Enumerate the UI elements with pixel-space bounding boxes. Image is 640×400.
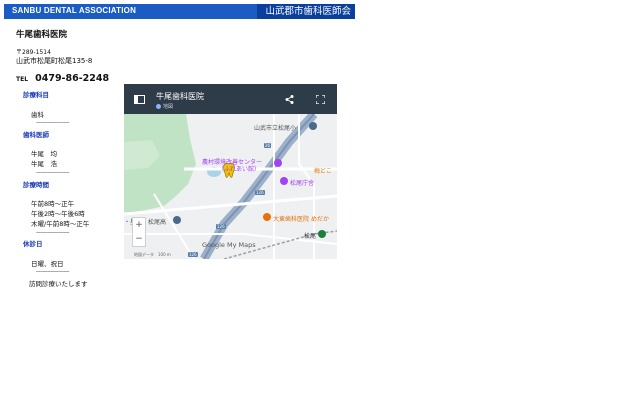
route-shield: 126 [188, 252, 198, 257]
department-item: 歯科 [31, 111, 44, 119]
holiday-item: 日曜、祝日 [31, 260, 64, 268]
map-label-hall: 松尾庁舎 [290, 180, 315, 187]
map-label-station: 松尾 [304, 233, 317, 240]
map-footer: 地図データ 100 m [134, 252, 171, 257]
map-title: 牛尾歯科医院 [156, 92, 204, 101]
site-header: SANBU DENTAL ASSOCIATION 山武郡市歯科医師会 [4, 4, 355, 19]
separator: —————— [36, 169, 70, 176]
hours-item: 木曜/午前8時〜正午 [31, 220, 90, 228]
place-marker-icon[interactable] [263, 213, 271, 221]
map-label-dental-name: 大東歯科医院 [273, 216, 310, 223]
hours-item: 午前8時〜正午 [31, 200, 75, 208]
zoom-control: + − [132, 217, 146, 247]
postal-code: 〒289-1514 [16, 49, 51, 56]
city-association-name: 山武郡市歯科医師会 [257, 4, 355, 19]
tel-number[interactable]: 0479-86-2248 [35, 73, 109, 84]
map-label-dental-suffix: めだか [310, 216, 329, 223]
map-label-high-school: 松尾高 [148, 219, 167, 226]
embedded-map[interactable]: 牛尾歯科医院 地図 山武市立松尾小 農村環境改善センター （ふれあい館） 松尾庁… [124, 84, 337, 259]
clinic-name: 牛尾歯科医院 [16, 30, 68, 40]
tel-label: TEL [16, 76, 29, 83]
tel-line: TEL 0479-86-2248 [16, 66, 109, 85]
zoom-out-button[interactable]: − [133, 232, 145, 246]
association-name: SANBU DENTAL ASSOCIATION [12, 6, 137, 15]
map-label-center-sub: （ふれあい館） [218, 166, 261, 173]
doctors-title: 歯科医師 [23, 131, 49, 139]
map-layer-icon [156, 104, 161, 109]
hours-title: 診療時間 [23, 181, 49, 189]
place-marker-icon[interactable] [173, 216, 181, 224]
place-marker-icon[interactable] [280, 177, 288, 185]
route-shield: 126 [255, 190, 265, 195]
place-marker-icon[interactable] [318, 230, 326, 238]
home-visit-note: 訪問診療いたします [29, 280, 88, 288]
map-subtitle-text: 地図 [163, 104, 174, 110]
map-label-plum: 梅どこ [314, 168, 332, 175]
hours-item: 午後2時〜午後6時 [31, 210, 85, 218]
place-marker-icon[interactable] [274, 159, 282, 167]
route-shield: 126 [216, 224, 226, 229]
clinic-address: 山武市松尾町松尾135-8 [16, 57, 93, 65]
route-shield: 26 [264, 143, 272, 148]
holidays-title: 休診日 [23, 240, 43, 248]
separator: —————— [36, 229, 70, 236]
zoom-in-button[interactable]: + [133, 218, 145, 232]
department-title: 診療科目 [23, 91, 49, 99]
separator: —————— [36, 119, 70, 126]
map-subtitle: 地図 [156, 103, 173, 110]
place-marker-icon[interactable] [309, 122, 317, 130]
doctor-item: 牛尾 均 [31, 150, 57, 158]
google-my-maps-logo: Google My Maps [202, 241, 256, 249]
separator: —————— [36, 268, 70, 275]
map-header: 牛尾歯科医院 地図 [124, 84, 337, 114]
map-label-school: 山武市立松尾小 [254, 125, 297, 132]
map-label-dental: 大東歯科医院 めだか [273, 214, 329, 223]
doctor-item: 牛尾 浩 [31, 160, 57, 168]
